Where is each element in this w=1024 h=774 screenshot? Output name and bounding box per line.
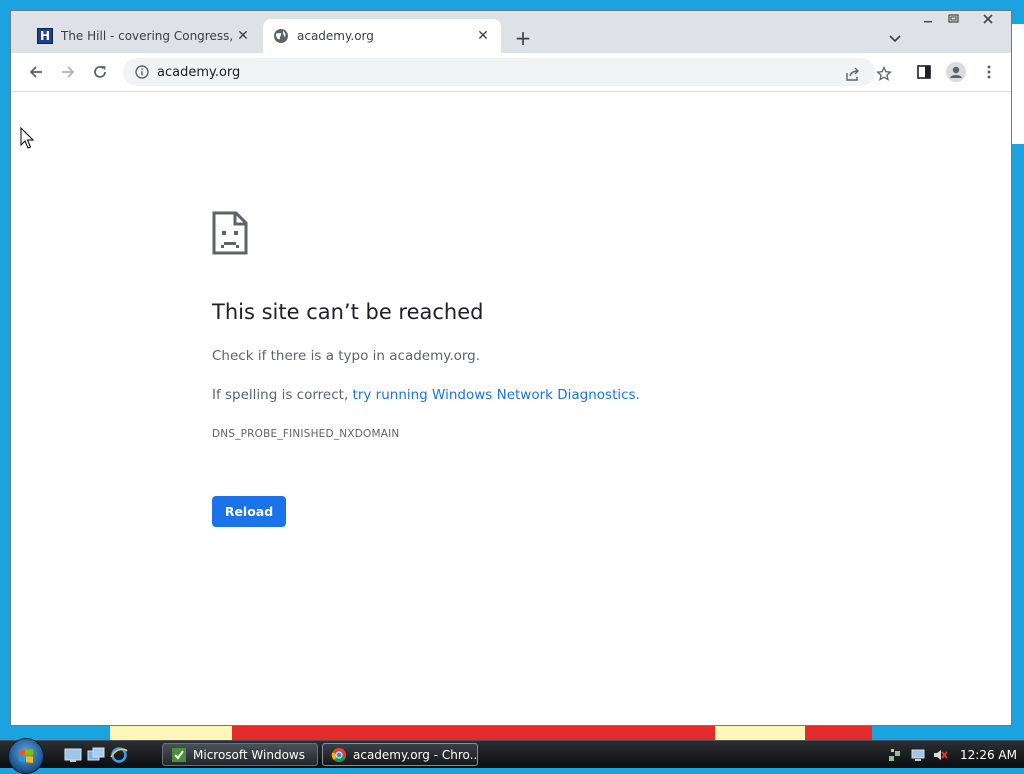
page-content: This site can’t be reached Check if ther…: [11, 92, 1011, 725]
menu-button[interactable]: [976, 60, 1002, 84]
share-icon: [846, 67, 859, 81]
tab-title: The Hill - covering Congress, Pol: [61, 29, 235, 43]
show-desktop-icon[interactable]: [64, 746, 82, 764]
chrome-icon: [331, 747, 346, 762]
taskbar-item-label: academy.org - Chro...: [353, 747, 478, 762]
kebab-menu-icon: [987, 65, 991, 79]
back-arrow-icon: [29, 66, 42, 78]
error-code: DNS_PROBE_FINISHED_NXDOMAIN: [212, 428, 400, 440]
new-tab-button[interactable]: +: [511, 26, 535, 50]
star-icon: [876, 66, 892, 81]
windows-update-icon: [172, 747, 186, 762]
url-text: academy.org: [157, 64, 241, 80]
info-icon: [135, 65, 149, 79]
diagnostics-suffix: .: [635, 387, 640, 403]
diagnostics-prefix: If spelling is correct,: [212, 387, 353, 403]
monitor-icon[interactable]: [910, 747, 926, 763]
minimize-button[interactable]: [917, 11, 939, 27]
share-button[interactable]: [840, 62, 866, 86]
close-icon: [983, 14, 993, 24]
tab-the-hill[interactable]: H The Hill - covering Congress, Pol ✕: [27, 19, 261, 53]
minimize-icon: [924, 21, 932, 23]
error-title: This site can’t be reached: [212, 300, 484, 324]
profile-button[interactable]: [943, 60, 969, 84]
mouse-cursor: [20, 127, 34, 149]
address-bar[interactable]: academy.org: [123, 58, 875, 86]
forward-arrow-icon: [62, 66, 75, 78]
chevron-down-icon: [889, 35, 901, 43]
taskbar-item-label: Microsoft Windows: [193, 747, 305, 762]
the-hill-favicon: H: [37, 28, 53, 44]
taskbar: Microsoft Windows academy.org - Chro... …: [0, 738, 1024, 774]
close-tab-icon[interactable]: ✕: [475, 28, 491, 44]
tab-strip: H The Hill - covering Congress, Pol ✕ ac…: [11, 11, 1011, 53]
error-suggestion-typo: Check if there is a typo in academy.org.: [212, 348, 481, 364]
close-window-button[interactable]: [971, 11, 1005, 27]
internet-explorer-icon[interactable]: [110, 746, 128, 764]
taskbar-item-chrome[interactable]: academy.org - Chro...: [322, 743, 478, 766]
restore-icon: [948, 14, 959, 23]
tab-title: academy.org: [297, 29, 374, 43]
error-suggestion-diagnostics: If spelling is correct, try running Wind…: [212, 387, 640, 403]
reload-toolbar-button[interactable]: [87, 60, 113, 84]
system-tray: [888, 741, 954, 769]
browser-window: H The Hill - covering Congress, Pol ✕ ac…: [10, 10, 1012, 726]
switch-windows-icon[interactable]: [87, 746, 105, 764]
wallpaper-fragment: [1012, 24, 1024, 144]
reload-icon: [94, 66, 106, 78]
wallpaper-fragment: [110, 726, 232, 740]
forward-button[interactable]: [55, 60, 81, 84]
side-panel-button[interactable]: [911, 60, 937, 84]
back-button[interactable]: [23, 60, 49, 84]
site-info-button[interactable]: [127, 58, 157, 86]
network-status-icon[interactable]: [888, 747, 904, 763]
wallpaper-fragment: [715, 726, 805, 740]
reload-button[interactable]: Reload: [212, 496, 286, 527]
network-diagnostics-link[interactable]: try running Windows Network Diagnostics: [353, 387, 636, 403]
tab-search-button[interactable]: [883, 27, 907, 51]
browser-toolbar: academy.org: [11, 53, 1011, 92]
tab-academy[interactable]: academy.org ✕: [263, 19, 501, 53]
system-clock[interactable]: 12:26 AM: [960, 741, 1017, 769]
volume-muted-icon[interactable]: [932, 747, 948, 763]
sad-page-icon: [212, 211, 248, 255]
maximize-button[interactable]: [943, 11, 965, 27]
start-button[interactable]: [8, 738, 44, 774]
windows-logo-icon: [19, 749, 33, 763]
side-panel-icon: [917, 65, 931, 79]
bookmark-button[interactable]: [871, 62, 897, 86]
taskbar-item-microsoft-windows[interactable]: Microsoft Windows: [162, 743, 318, 766]
close-tab-icon[interactable]: ✕: [235, 28, 251, 44]
avatar-icon: [946, 62, 966, 82]
globe-icon: [274, 29, 288, 43]
